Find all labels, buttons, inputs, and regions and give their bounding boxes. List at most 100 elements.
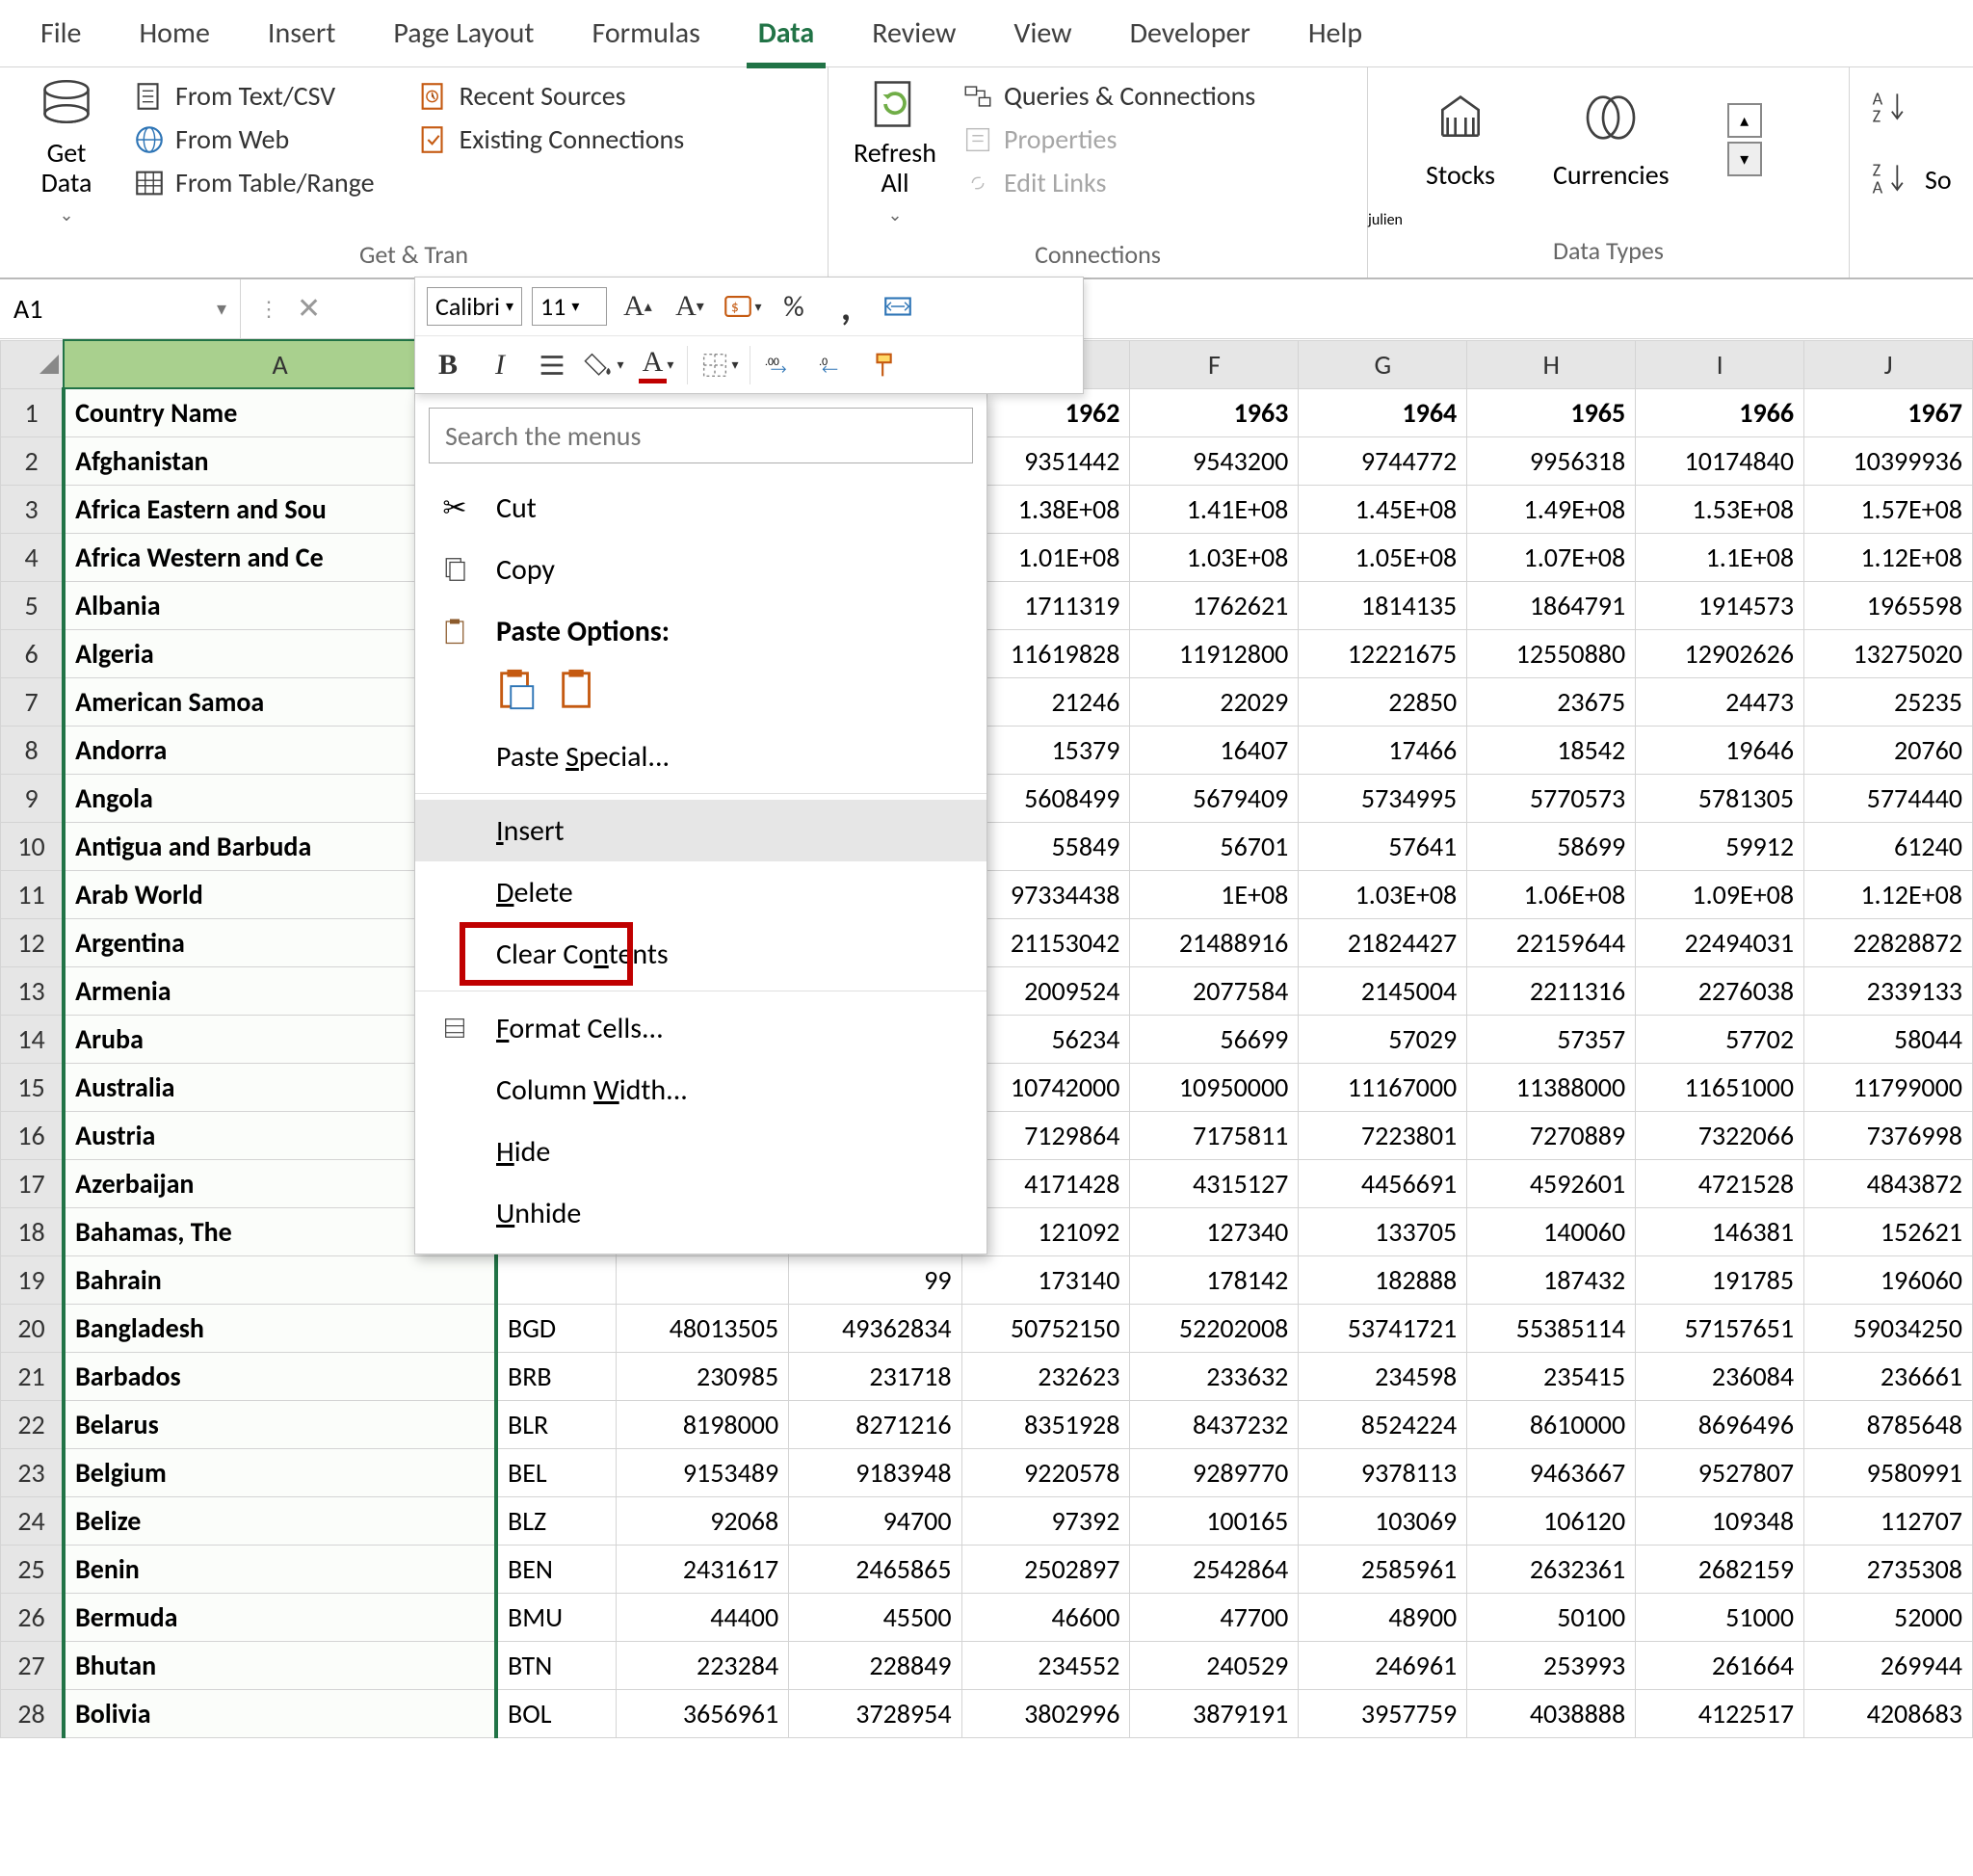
row-header-23[interactable]: 23 bbox=[1, 1448, 65, 1496]
cell-I3[interactable]: 1.53E+08 bbox=[1636, 485, 1804, 533]
cell-G7[interactable]: 22850 bbox=[1299, 677, 1467, 726]
cell-G16[interactable]: 7223801 bbox=[1299, 1111, 1467, 1159]
merge-center-icon[interactable] bbox=[877, 285, 919, 328]
cell-F12[interactable]: 21488916 bbox=[1130, 918, 1299, 966]
cell-C22[interactable]: 8198000 bbox=[616, 1400, 788, 1448]
tab-file[interactable]: File bbox=[12, 0, 110, 67]
cell-F25[interactable]: 2542864 bbox=[1130, 1545, 1299, 1593]
cell-C27[interactable]: 223284 bbox=[616, 1641, 788, 1689]
cell-J12[interactable]: 22828872 bbox=[1804, 918, 1973, 966]
col-header-G[interactable]: G bbox=[1299, 340, 1467, 388]
cell-F20[interactable]: 52202008 bbox=[1130, 1304, 1299, 1352]
cell-G25[interactable]: 2585961 bbox=[1299, 1545, 1467, 1593]
cell-J20[interactable]: 59034250 bbox=[1804, 1304, 1973, 1352]
existing-connections-button[interactable]: Existing Connections bbox=[417, 122, 685, 156]
cell-A21[interactable]: Barbados bbox=[64, 1352, 496, 1400]
cell-F1[interactable]: 1963 bbox=[1130, 388, 1299, 436]
col-header-J[interactable]: J bbox=[1804, 340, 1973, 388]
cell-H24[interactable]: 106120 bbox=[1467, 1496, 1636, 1545]
cell-E23[interactable]: 9220578 bbox=[961, 1448, 1130, 1496]
tab-help[interactable]: Help bbox=[1279, 0, 1391, 67]
ctx-delete[interactable]: Delete bbox=[415, 861, 986, 923]
cell-D28[interactable]: 3728954 bbox=[789, 1689, 961, 1737]
cell-G23[interactable]: 9378113 bbox=[1299, 1448, 1467, 1496]
cell-G4[interactable]: 1.05E+08 bbox=[1299, 533, 1467, 581]
row-header-14[interactable]: 14 bbox=[1, 1015, 65, 1063]
row-header-16[interactable]: 16 bbox=[1, 1111, 65, 1159]
cell-H2[interactable]: 9956318 bbox=[1467, 436, 1636, 485]
cell-B28[interactable]: BOL bbox=[496, 1689, 616, 1737]
cell-J8[interactable]: 20760 bbox=[1804, 726, 1973, 774]
cell-F8[interactable]: 16407 bbox=[1130, 726, 1299, 774]
cell-H8[interactable]: 18542 bbox=[1467, 726, 1636, 774]
cell-C24[interactable]: 92068 bbox=[616, 1496, 788, 1545]
cell-B21[interactable]: BRB bbox=[496, 1352, 616, 1400]
sort-asc-button[interactable]: AZ bbox=[1869, 87, 1963, 129]
cell-G22[interactable]: 8524224 bbox=[1299, 1400, 1467, 1448]
cell-H12[interactable]: 22159644 bbox=[1467, 918, 1636, 966]
cell-I27[interactable]: 261664 bbox=[1636, 1641, 1804, 1689]
cell-H27[interactable]: 253993 bbox=[1467, 1641, 1636, 1689]
ctx-insert[interactable]: Insert bbox=[415, 800, 986, 861]
cell-F11[interactable]: 1E+08 bbox=[1130, 870, 1299, 918]
cell-C21[interactable]: 230985 bbox=[616, 1352, 788, 1400]
cell-H10[interactable]: 58699 bbox=[1467, 822, 1636, 870]
comma-format-icon[interactable]: , bbox=[825, 285, 867, 328]
cell-I1[interactable]: 1966 bbox=[1636, 388, 1804, 436]
cell-I18[interactable]: 146381 bbox=[1636, 1207, 1804, 1255]
context-search-input[interactable] bbox=[429, 408, 973, 463]
percent-format-icon[interactable]: % bbox=[773, 285, 815, 328]
cell-J14[interactable]: 58044 bbox=[1804, 1015, 1973, 1063]
cell-I25[interactable]: 2682159 bbox=[1636, 1545, 1804, 1593]
accounting-format-icon[interactable]: $▾ bbox=[721, 285, 763, 328]
cell-G14[interactable]: 57029 bbox=[1299, 1015, 1467, 1063]
cell-A23[interactable]: Belgium bbox=[64, 1448, 496, 1496]
row-header-18[interactable]: 18 bbox=[1, 1207, 65, 1255]
cell-J13[interactable]: 2339133 bbox=[1804, 966, 1973, 1015]
cell-G19[interactable]: 182888 bbox=[1299, 1255, 1467, 1304]
cell-C25[interactable]: 2431617 bbox=[616, 1545, 788, 1593]
cell-G21[interactable]: 234598 bbox=[1299, 1352, 1467, 1400]
cell-H28[interactable]: 4038888 bbox=[1467, 1689, 1636, 1737]
ctx-format-cells[interactable]: Format Cells... bbox=[415, 997, 986, 1059]
cell-E19[interactable]: 173140 bbox=[961, 1255, 1130, 1304]
cell-G6[interactable]: 12221675 bbox=[1299, 629, 1467, 677]
cell-D20[interactable]: 49362834 bbox=[789, 1304, 961, 1352]
cell-J10[interactable]: 61240 bbox=[1804, 822, 1973, 870]
cell-A28[interactable]: Bolivia bbox=[64, 1689, 496, 1737]
cell-I21[interactable]: 236084 bbox=[1636, 1352, 1804, 1400]
cell-J15[interactable]: 11799000 bbox=[1804, 1063, 1973, 1111]
sort-desc-button[interactable]: ZASo bbox=[1869, 158, 1963, 200]
row-header-24[interactable]: 24 bbox=[1, 1496, 65, 1545]
paste-default-icon[interactable] bbox=[494, 668, 539, 712]
cell-A27[interactable]: Bhutan bbox=[64, 1641, 496, 1689]
cell-J2[interactable]: 10399936 bbox=[1804, 436, 1973, 485]
ctx-clear[interactable]: Clear Contents bbox=[415, 923, 986, 985]
tab-view[interactable]: View bbox=[985, 0, 1100, 67]
cell-I15[interactable]: 11651000 bbox=[1636, 1063, 1804, 1111]
row-header-26[interactable]: 26 bbox=[1, 1593, 65, 1641]
from-table-button[interactable]: From Table/Range bbox=[133, 166, 375, 199]
cell-G9[interactable]: 5734995 bbox=[1299, 774, 1467, 822]
cell-G3[interactable]: 1.45E+08 bbox=[1299, 485, 1467, 533]
increase-font-icon[interactable]: A▴ bbox=[617, 285, 659, 328]
cell-J3[interactable]: 1.57E+08 bbox=[1804, 485, 1973, 533]
row-header-4[interactable]: 4 bbox=[1, 533, 65, 581]
cell-F26[interactable]: 47700 bbox=[1130, 1593, 1299, 1641]
cell-J27[interactable]: 269944 bbox=[1804, 1641, 1973, 1689]
row-header-3[interactable]: 3 bbox=[1, 485, 65, 533]
cell-F18[interactable]: 127340 bbox=[1130, 1207, 1299, 1255]
cell-G1[interactable]: 1964 bbox=[1299, 388, 1467, 436]
cell-I17[interactable]: 4721528 bbox=[1636, 1159, 1804, 1207]
cell-C20[interactable]: 48013505 bbox=[616, 1304, 788, 1352]
font-family-select[interactable]: Calibri▾ bbox=[427, 287, 522, 326]
cell-B24[interactable]: BLZ bbox=[496, 1496, 616, 1545]
cell-H22[interactable]: 8610000 bbox=[1467, 1400, 1636, 1448]
cell-I5[interactable]: 1914573 bbox=[1636, 581, 1804, 629]
cell-I23[interactable]: 9527807 bbox=[1636, 1448, 1804, 1496]
cell-B22[interactable]: BLR bbox=[496, 1400, 616, 1448]
row-header-15[interactable]: 15 bbox=[1, 1063, 65, 1111]
cell-F16[interactable]: 7175811 bbox=[1130, 1111, 1299, 1159]
format-painter-icon[interactable] bbox=[864, 344, 907, 386]
cell-F24[interactable]: 100165 bbox=[1130, 1496, 1299, 1545]
